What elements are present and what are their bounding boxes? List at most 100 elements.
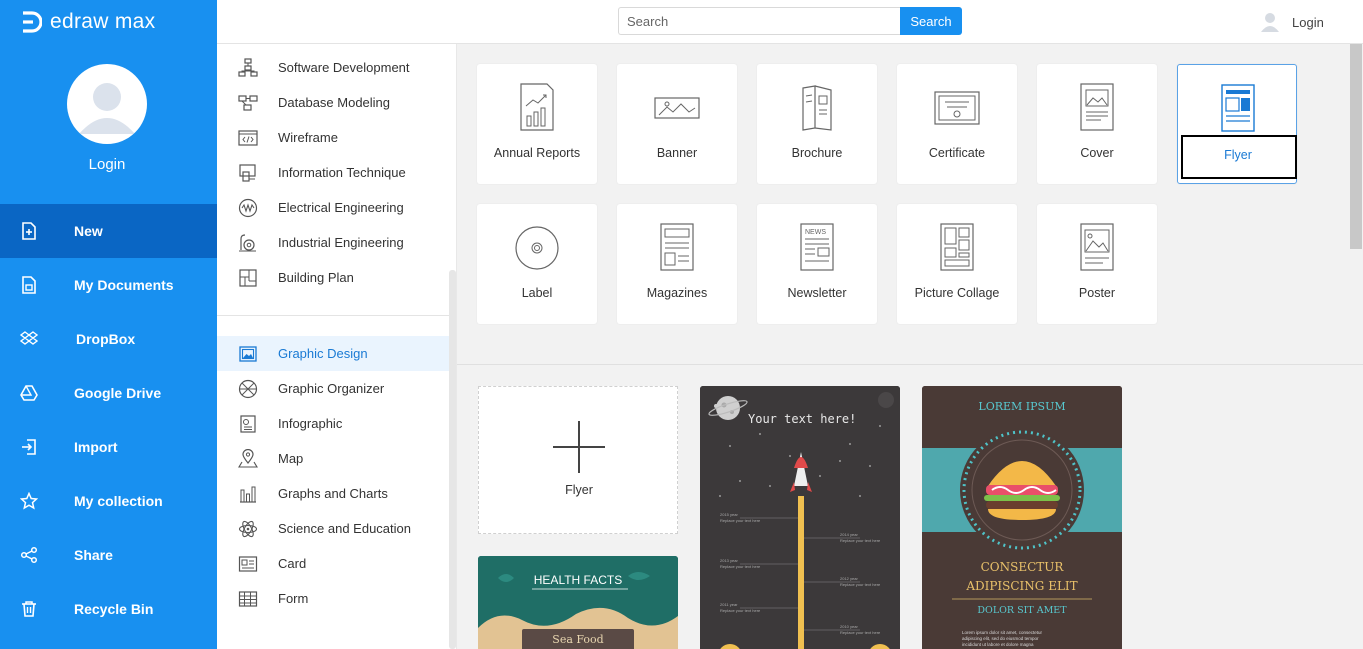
burger-flyer-subtitle-1: CONSECTUR [980, 560, 1064, 574]
sidebar-item-share[interactable]: Share [0, 528, 217, 582]
template-label: Label [521, 286, 553, 300]
sidebar-item-new[interactable]: New [0, 204, 217, 258]
sidebar-item-recycle-bin[interactable]: Recycle Bin [0, 582, 217, 636]
database-modeling-icon [217, 93, 278, 113]
svg-text:Replace your text here: Replace your text here [720, 564, 761, 569]
health-facts-title: HEALTH FACTS [533, 573, 623, 587]
magazines-icon [617, 222, 737, 274]
category-building-plan[interactable]: Building Plan [217, 260, 449, 295]
sidebar-item-label: My collection [74, 493, 163, 509]
template-magazines[interactable]: Magazines [617, 204, 737, 324]
category-database-modeling[interactable]: Database Modeling [217, 85, 449, 120]
category-label: Form [278, 591, 309, 606]
graphic-organizer-icon [217, 379, 278, 399]
annual-reports-icon [477, 82, 597, 134]
template-banner[interactable]: Banner [617, 64, 737, 184]
building-plan-icon [217, 268, 278, 288]
search-button[interactable]: Search [900, 7, 962, 35]
category-label: Industrial Engineering [278, 235, 404, 250]
software-development-icon [217, 57, 278, 78]
newsletter-icon: NEWS [757, 222, 877, 274]
category-science-and-education[interactable]: Science and Education [217, 511, 449, 546]
example-burger-flyer[interactable]: Lorem ipsum dolor sit amet, consectetur … [922, 386, 1122, 649]
category-card[interactable]: Card [217, 546, 449, 581]
sidebar-item-my-collection[interactable]: My collection [0, 474, 217, 528]
rocket-flyer-title: Your text here! [748, 412, 857, 426]
new-blank-flyer[interactable]: Flyer [478, 386, 678, 534]
category-map[interactable]: Map [217, 441, 449, 476]
category-graphs-and-charts[interactable]: Graphs and Charts [217, 476, 449, 511]
category-label: Infographic [278, 416, 343, 431]
template-annual-reports[interactable]: Annual Reports [477, 64, 597, 184]
category-scrollbar[interactable] [449, 270, 456, 649]
template-newsletter[interactable]: NEWS Newsletter [757, 204, 877, 324]
industrial-engineering-icon [217, 233, 278, 253]
sidebar-item-my-documents[interactable]: My Documents [0, 258, 217, 312]
information-technique-icon [217, 163, 278, 183]
sidebar-item-label: DropBox [76, 331, 136, 347]
sidebar-item-label: New [74, 223, 103, 239]
template-picture-collage[interactable]: Picture Collage [897, 204, 1017, 324]
import-icon [0, 438, 74, 456]
plus-square-icon [0, 222, 74, 240]
brochure-icon [757, 82, 877, 134]
category-information-technique[interactable]: Information Technique [217, 155, 449, 190]
svg-text:Replace your text here: Replace your text here [840, 582, 881, 587]
picture-collage-icon [897, 222, 1017, 274]
certificate-icon [897, 82, 1017, 134]
category-electrical-engineering[interactable]: Electrical Engineering [217, 190, 449, 225]
category-infographic[interactable]: Infographic [217, 406, 449, 441]
poster-icon [1037, 222, 1157, 274]
category-graphic-organizer[interactable]: Graphic Organizer [217, 371, 449, 406]
science-education-icon [217, 519, 278, 539]
sidebar-item-google-drive[interactable]: Google Drive [0, 366, 217, 420]
category-wireframe[interactable]: Wireframe [217, 120, 449, 155]
search-input[interactable] [618, 7, 901, 35]
template-flyer[interactable]: Flyer [1177, 64, 1297, 184]
header-login[interactable]: Login [1260, 11, 1324, 33]
sidebar-item-label: Google Drive [74, 385, 162, 401]
main-scrollbar[interactable] [1350, 44, 1362, 249]
header-login-label: Login [1292, 14, 1324, 30]
banner-icon [617, 82, 737, 134]
avatar[interactable] [67, 64, 147, 144]
category-label: Wireframe [278, 130, 338, 145]
sidebar-item-dropbox[interactable]: DropBox [0, 312, 217, 366]
form-icon [217, 589, 278, 609]
sidebar-item-import[interactable]: Import [0, 420, 217, 474]
template-poster[interactable]: Poster [1037, 204, 1157, 324]
category-form[interactable]: Form [217, 581, 449, 616]
example-rocket-flyer[interactable]: 2015 year Replace your text here 2014 yea… [700, 386, 900, 649]
trash-icon [0, 600, 74, 618]
category-label: Information Technique [278, 165, 406, 180]
category-graphic-design[interactable]: Graphic Design [217, 336, 449, 371]
template-certificate[interactable]: Certificate [897, 64, 1017, 184]
category-label: Electrical Engineering [278, 200, 404, 215]
svg-text:adipiscing elit, sed do eiusmo: adipiscing elit, sed do eiusmod tempor [962, 636, 1039, 641]
template-label: Annual Reports [493, 146, 581, 160]
section-divider [457, 364, 1363, 365]
category-industrial-engineering[interactable]: Industrial Engineering [217, 225, 449, 260]
health-facts-button: Sea Food [552, 633, 604, 646]
template-label: Magazines [646, 286, 708, 300]
sidebar-item-label: Import [74, 439, 118, 455]
app-name: edraw max [50, 10, 156, 33]
template-cover[interactable]: Cover [1037, 64, 1157, 184]
template-label: Newsletter [787, 286, 847, 300]
infographic-icon [217, 414, 278, 434]
edraw-logo-icon [23, 11, 42, 33]
map-icon [217, 448, 278, 469]
template-label-card[interactable]: Label [477, 204, 597, 324]
app-logo: edraw max [20, 9, 155, 35]
graphic-design-icon [217, 344, 278, 364]
graphs-charts-icon [217, 484, 278, 504]
category-label: Card [278, 556, 307, 571]
svg-text:incididunt ut labore et dolore: incididunt ut labore et dolore magna [962, 642, 1034, 647]
sidebar-login-label[interactable]: Login [0, 156, 214, 173]
svg-text:Replace your text here: Replace your text here [720, 608, 761, 613]
template-brochure[interactable]: Brochure [757, 64, 877, 184]
flyer-icon [1178, 83, 1298, 135]
example-health-facts-flyer[interactable]: HEALTH FACTS Sea Food [478, 556, 678, 649]
category-label: Map [278, 451, 304, 466]
category-software-development[interactable]: Software Development [217, 50, 449, 85]
